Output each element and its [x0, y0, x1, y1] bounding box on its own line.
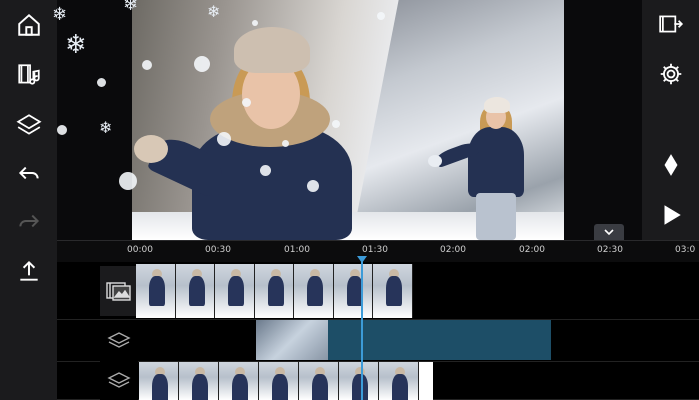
keyframe-button[interactable]	[642, 145, 699, 185]
settings-button[interactable]	[642, 54, 699, 94]
snowflake-icon: ❄	[123, 0, 139, 15]
media-button[interactable]	[0, 50, 57, 100]
layers-icon	[15, 114, 42, 135]
play-icon	[664, 205, 681, 225]
chevron-down-icon	[604, 229, 614, 236]
media-track-icon	[106, 282, 131, 301]
snowflake-icon: ❄	[99, 118, 113, 137]
play-button[interactable]	[642, 195, 699, 235]
layer-track-header-1[interactable]	[100, 320, 138, 362]
tick-label: 03:0	[675, 245, 696, 255]
playhead[interactable]	[361, 258, 363, 400]
settings-icon	[660, 63, 681, 85]
home-button[interactable]	[0, 0, 57, 50]
video-editor: ❄ ❄ ❄ ❄ ❄ 00:00 00:30 01:00 01:30 02:00	[0, 0, 699, 400]
collapse-preview-button[interactable]	[594, 224, 624, 240]
snow-overlay-clip[interactable]	[256, 320, 328, 360]
layer-track-icon	[107, 372, 131, 388]
right-toolbar	[642, 0, 699, 240]
left-toolbar	[0, 0, 57, 400]
undo-button[interactable]	[0, 148, 57, 198]
video-clip-2[interactable]	[139, 362, 433, 400]
redo-button[interactable]	[0, 196, 57, 246]
export-frame-button[interactable]	[642, 4, 699, 44]
woman-figure-left	[134, 25, 362, 240]
layer-track-icon	[107, 332, 131, 348]
tick-label: 01:30	[362, 245, 388, 255]
video-preview[interactable]	[132, 0, 564, 240]
tick-label: 00:30	[205, 245, 231, 255]
tick-label: 01:00	[284, 245, 310, 255]
export-icon	[19, 260, 38, 281]
layer-track-header-2[interactable]	[100, 362, 138, 400]
tick-label: 02:30	[597, 245, 623, 255]
keyframe-icon	[664, 154, 677, 176]
snowflake-icon: ❄	[207, 2, 221, 21]
undo-icon	[18, 166, 39, 180]
media-track-header[interactable]	[100, 266, 138, 316]
home-icon	[17, 13, 40, 36]
media-icon	[17, 64, 40, 85]
video-clip-1[interactable]	[136, 264, 413, 318]
timeline-ruler[interactable]: 00:00 00:30 01:00 01:30 02:00 02:00 02:3…	[57, 240, 699, 262]
layers-button[interactable]	[0, 100, 57, 150]
redo-icon	[18, 214, 39, 228]
woman-figure-right	[428, 95, 552, 240]
export-frame-icon	[658, 15, 683, 33]
export-button[interactable]	[0, 246, 57, 296]
preview-area: ❄ ❄ ❄ ❄ ❄	[52, 0, 642, 240]
tick-label: 02:00	[519, 245, 545, 255]
tick-label: 00:00	[127, 245, 153, 255]
snowflake-icon: ❄	[65, 30, 87, 60]
snowflake-icon: ❄	[52, 4, 68, 25]
tick-label: 02:00	[440, 245, 466, 255]
timeline-tracks	[57, 262, 699, 400]
